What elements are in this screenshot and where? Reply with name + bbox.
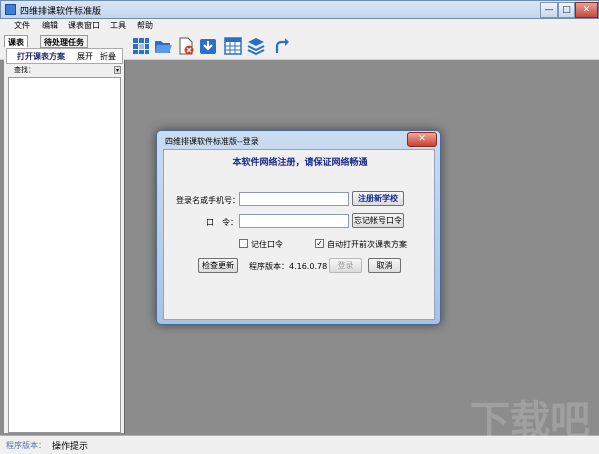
register-school-button[interactable]: 注册新学校 [352,191,404,206]
close-window-button[interactable]: ✕ [575,2,598,18]
schedule-tree[interactable] [8,77,121,433]
redo-arrow-icon[interactable] [272,36,292,56]
minimize-button[interactable]: — [540,2,558,18]
login-button[interactable]: 登录 [329,258,362,273]
window-title: 四维排课软件标准版 [20,7,102,17]
dialog-heading: 本软件网络注册，请保证网络畅通 [232,158,368,168]
maximize-button[interactable]: □ [558,2,575,18]
password-input[interactable] [239,214,349,228]
status-tip: 操作提示 [52,442,89,452]
dialog-close-button[interactable]: ✕ [407,132,437,147]
auto-open-checkbox[interactable]: ✓ [315,239,324,248]
password-label: 口 令： [206,218,238,227]
username-input[interactable] [239,192,349,206]
open-folder-icon[interactable] [153,36,173,56]
tab-pending-tasks[interactable]: 待处理任务 [40,35,88,48]
layers-icon[interactable] [246,36,266,56]
table-icon[interactable] [223,36,243,56]
open-schedule-plan-tab[interactable]: 打开课表方案 [17,51,65,62]
menu-file[interactable]: 文件 [14,20,30,31]
remember-password-label: 记住口令 [251,240,283,249]
username-label: 登录名或手机号： [176,196,240,205]
search-row: 查找： ▾ [6,64,123,76]
forgot-account-button[interactable]: 忘记帐号口令 [352,213,404,228]
menu-bar: 文件 编辑 课表窗口 工具 帮助 [0,19,599,33]
title-bar: 四维排课软件标准版 — □ ✕ [0,0,599,19]
search-dropdown-icon[interactable]: ▾ [114,66,121,74]
login-dialog: 四维排课软件标准版--登录 ✕ 本软件网络注册，请保证网络畅通 登录名或手机号：… [156,130,441,325]
check-update-button[interactable]: 检查更新 [198,258,238,273]
expand-tab[interactable]: 展开 [77,51,93,62]
menu-edit[interactable]: 编辑 [42,20,58,31]
status-version-label: 程序版本： [6,441,46,450]
watermark-logo: 下载吧 [470,398,590,444]
menu-help[interactable]: 帮助 [137,20,153,31]
menu-schedule-window[interactable]: 课表窗口 [68,20,100,31]
search-label: 查找： [14,66,35,74]
dialog-version-text: 程序版本：4.16.0.78 [249,262,328,271]
remember-password-checkbox[interactable] [239,239,248,248]
subtab-row: 打开课表方案 展开 折叠 [6,48,123,64]
collapse-tab[interactable]: 折叠 [100,51,116,62]
dialog-body: 本软件网络注册，请保证网络畅通 登录名或手机号： 注册新学校 口 令： 忘记帐号… [163,149,435,320]
app-icon [5,4,16,15]
tab-schedule[interactable]: 课表 [4,35,28,48]
dialog-title: 四维排课软件标准版--登录 [165,137,259,146]
download-icon[interactable] [198,36,218,56]
delete-document-icon[interactable] [176,36,196,56]
cancel-button[interactable]: 取消 [368,258,401,273]
auto-open-label: 自动打开前次课表方案 [327,240,407,249]
grid-select-icon[interactable] [131,36,151,56]
menu-tools[interactable]: 工具 [110,20,126,31]
